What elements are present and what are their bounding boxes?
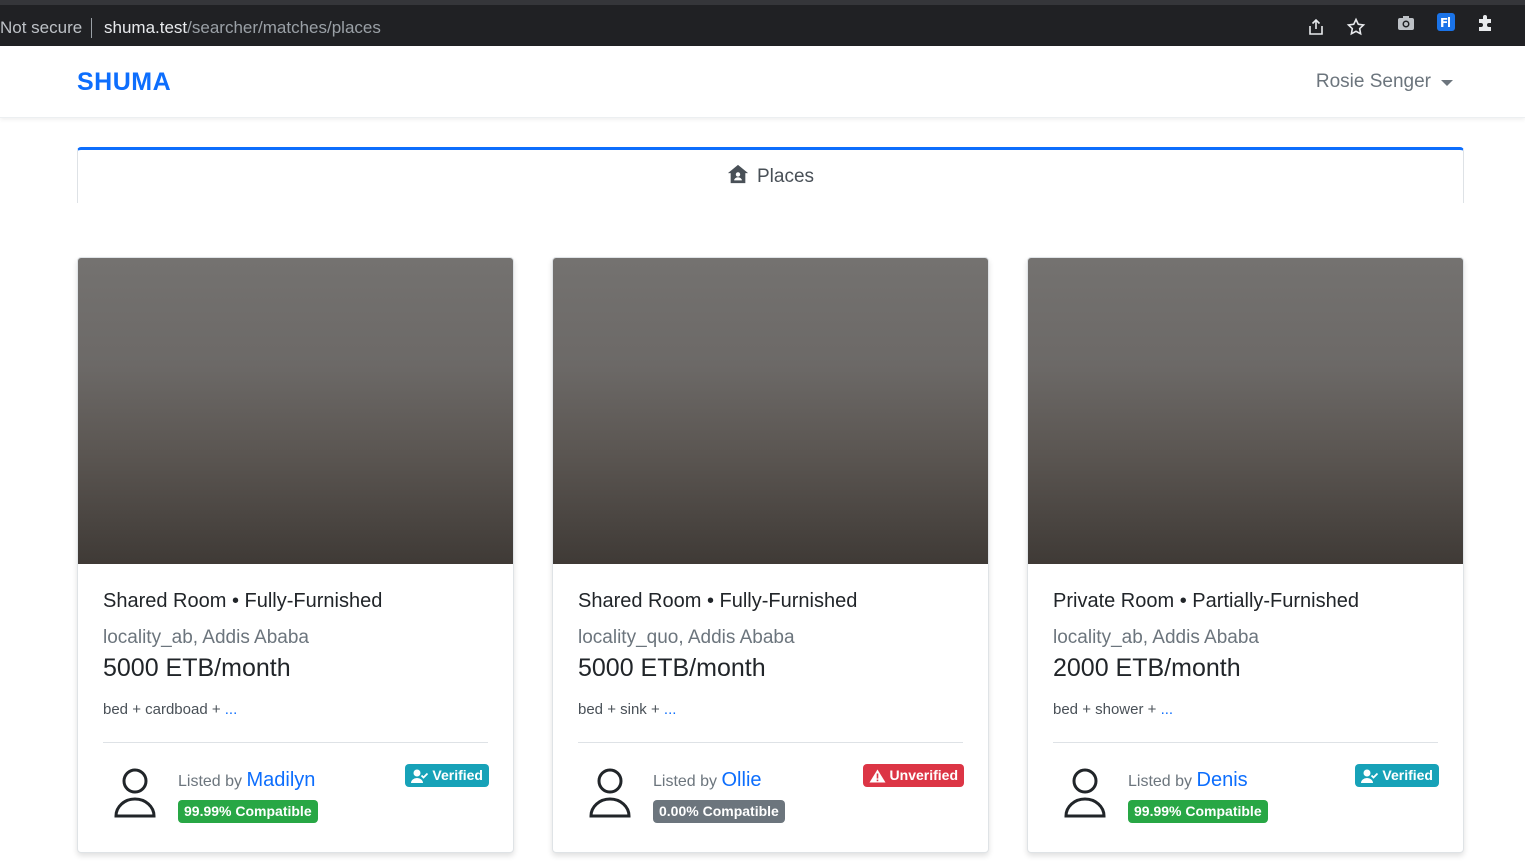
svg-text:F: F [1440,16,1448,30]
user-avatar-icon [114,768,156,818]
status-label: Verified [432,767,483,783]
caret-down-icon [1441,80,1453,86]
place-photo[interactable] [1028,258,1463,564]
url-text[interactable]: shuma.test/searcher/matches/places [104,18,381,38]
security-indicator[interactable]: Not secure [0,18,82,38]
more-amenities-link[interactable]: ... [1161,701,1174,718]
user-check-icon [1361,769,1379,783]
browser-toolbar: Not secure shuma.test/searcher/matches/p… [0,0,1525,46]
locality: locality_ab, Addis Ababa [1053,627,1259,648]
lister-link[interactable]: Madilyn [247,769,316,791]
brand-logo[interactable]: SHUMA [77,68,171,97]
price: 5000 ETB/month [578,654,766,682]
user-avatar-icon [1064,768,1106,818]
tab-bar: Places [77,147,1464,203]
room-type: Shared Room • Fully-Furnished [578,590,858,612]
place-photo[interactable] [78,258,513,564]
star-icon[interactable] [1345,17,1367,39]
user-check-icon [411,769,429,783]
divider [578,742,963,743]
divider [1053,742,1438,743]
compatibility-badge: 0.00% Compatible [653,800,785,823]
tab-places[interactable]: Places [77,147,1464,203]
camera-icon[interactable] [1395,13,1417,35]
address-bar[interactable]: Not secure shuma.test/searcher/matches/p… [0,5,1380,43]
amenities-list: bed + shower + [1053,701,1161,718]
place-card[interactable]: Shared Room • Fully-Furnished locality_q… [552,257,989,853]
share-icon[interactable] [1305,17,1327,39]
locality: locality_ab, Addis Ababa [103,627,309,648]
room-type: Private Room • Partially-Furnished [1053,590,1359,612]
verified-badge: Verified [405,764,489,787]
url-separator [91,18,92,38]
puzzle-icon[interactable] [1475,13,1497,35]
url-path: /searcher/matches/places [187,18,381,37]
url-host: shuma.test [104,18,188,37]
status-label: Verified [1382,767,1433,783]
navbar: SHUMA Rosie Senger [0,46,1525,118]
lister-link[interactable]: Denis [1197,769,1248,791]
extension-f-icon[interactable]: F [1435,12,1457,34]
user-name: Rosie Senger [1315,71,1431,92]
amenities: bed + sink + ... [578,701,676,718]
divider [103,742,488,743]
listed-by: Listed by Madilyn [178,769,315,792]
more-amenities-link[interactable]: ... [664,701,677,718]
price: 5000 ETB/month [103,654,291,682]
listed-by: Listed by Denis [1128,769,1248,792]
user-menu-dropdown[interactable]: Rosie Senger [1316,71,1453,93]
lister-link[interactable]: Ollie [722,769,762,791]
unverified-badge: Unverified [862,764,964,787]
listed-by-label: Listed by [653,773,718,790]
listed-by-label: Listed by [1128,773,1193,790]
warning-icon [869,769,886,782]
status-label: Unverified [889,767,958,783]
tab-label: Places [756,165,815,187]
listed-by: Listed by Ollie [653,769,762,792]
verified-badge: Verified [1355,764,1439,787]
amenities: bed + shower + ... [1053,701,1173,718]
locality: locality_quo, Addis Ababa [578,627,795,648]
place-card[interactable]: Shared Room • Fully-Furnished locality_a… [77,257,514,853]
amenities-list: bed + cardboad + [103,701,225,718]
house-user-icon [727,163,749,191]
room-type: Shared Room • Fully-Furnished [103,590,383,612]
user-avatar-icon [589,768,631,818]
compatibility-badge: 99.99% Compatible [178,800,318,823]
compatibility-badge: 99.99% Compatible [1128,800,1268,823]
place-card[interactable]: Private Room • Partially-Furnished local… [1027,257,1464,853]
amenities: bed + cardboad + ... [103,701,237,718]
more-amenities-link[interactable]: ... [225,701,238,718]
listed-by-label: Listed by [178,773,243,790]
amenities-list: bed + sink + [578,701,664,718]
price: 2000 ETB/month [1053,654,1241,682]
place-photo[interactable] [553,258,988,564]
